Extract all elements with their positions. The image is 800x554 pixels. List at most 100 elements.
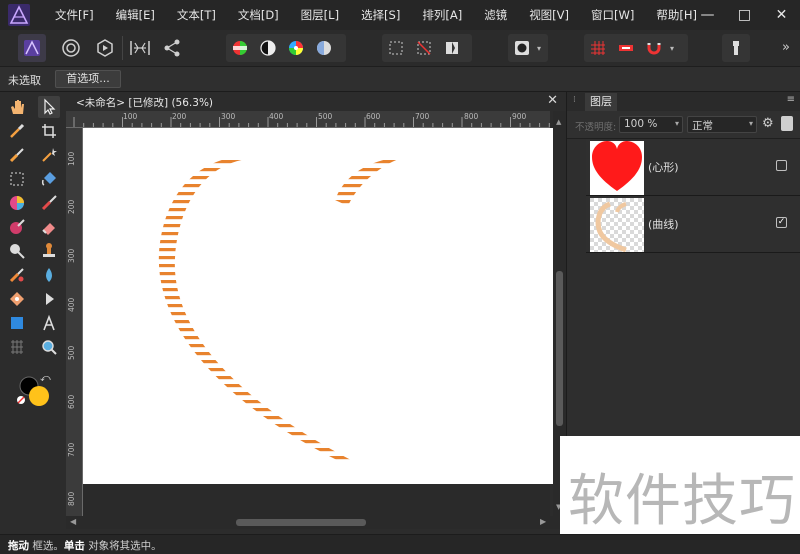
clone-stamp-tool-icon[interactable] [38, 240, 60, 262]
export-persona-icon[interactable] [91, 34, 119, 62]
move-tool-icon[interactable] [38, 96, 60, 118]
guides-icon[interactable] [612, 34, 640, 62]
blend-mode-value: 正常 [692, 120, 713, 132]
paint-brush-tool-icon[interactable] [38, 192, 60, 214]
blur-tool-icon[interactable] [38, 264, 60, 286]
color-balance-icon[interactable] [226, 34, 254, 62]
healing-brush-tool-icon[interactable] [6, 264, 28, 286]
invert-selection-icon[interactable] [438, 34, 466, 62]
hue-saturation-icon[interactable] [282, 34, 310, 62]
menu-window[interactable]: 窗口[W] [580, 0, 645, 30]
scroll-right-icon[interactable]: ▶ [540, 517, 546, 526]
blend-mode-select[interactable]: 正常 ▾ [687, 116, 757, 133]
selection-brush-tool-icon[interactable] [6, 144, 28, 166]
tab-layers[interactable]: 图层 [585, 93, 617, 111]
status-drag-label: 拖动 [8, 540, 29, 552]
menu-arrange[interactable]: 排列[A] [411, 0, 473, 30]
select-marquee-icon[interactable] [382, 34, 410, 62]
close-window-button[interactable]: ✕ [763, 0, 800, 30]
h-ruler-label: 700 [415, 112, 430, 121]
marquee-tool-icon[interactable] [6, 168, 28, 190]
vector-crop-tool-icon[interactable] [6, 288, 28, 310]
minimize-button[interactable]: — [689, 0, 726, 30]
brightness-contrast-icon[interactable] [254, 34, 282, 62]
v-ruler-label: 700 [67, 442, 76, 457]
snapping-magnet-icon[interactable] [640, 34, 668, 62]
torch-icon [722, 34, 750, 62]
chevron-down-icon[interactable]: ▾ [537, 44, 541, 53]
horizontal-scrollbar[interactable]: ◀ ▶ [66, 516, 566, 529]
layer-thumbnail [590, 198, 644, 253]
horizontal-scroll-thumb[interactable] [236, 519, 366, 526]
share-icon[interactable] [158, 34, 186, 62]
curve-left-stroke[interactable] [153, 154, 363, 464]
chevron-down-icon: ▾ [674, 119, 679, 128]
menu-text[interactable]: 文本[T] [166, 0, 227, 30]
v-ruler-label: 600 [67, 394, 76, 409]
selection-status-label: 未选取 [8, 74, 41, 87]
scroll-up-icon[interactable]: ▲ [556, 118, 561, 126]
swap-colors-icon[interactable]: ⤺ [40, 373, 51, 384]
pixel-persona-icon[interactable] [57, 34, 85, 62]
document-tab[interactable]: <未命名> [已修改] (56.3%) ✕ [66, 92, 566, 111]
close-document-icon[interactable]: ✕ [547, 93, 558, 108]
zoom-tool-icon[interactable] [38, 336, 60, 358]
menu-view[interactable]: 视图[V] [518, 0, 580, 30]
app-logo-icon[interactable] [8, 4, 30, 26]
secondary-color-swatch[interactable] [28, 385, 50, 407]
crop-tool-icon[interactable] [38, 120, 60, 142]
chevron-down-icon[interactable]: ▾ [670, 44, 674, 53]
toolbar-overflow-icon[interactable]: » [782, 40, 790, 55]
node-tool-icon[interactable] [38, 288, 60, 310]
menu-document[interactable]: 文档[D] [227, 0, 290, 30]
magic-wand-tool-icon[interactable] [38, 144, 60, 166]
menu-file[interactable]: 文件[F] [44, 0, 105, 30]
layer-visibility-checkbox[interactable] [776, 160, 787, 171]
rectangle-tool-icon[interactable] [6, 312, 28, 334]
eraser-tool-icon[interactable] [38, 216, 60, 238]
menu-layer[interactable]: 图层[L] [290, 0, 350, 30]
no-color-icon[interactable] [16, 395, 26, 405]
grid-icon[interactable] [584, 34, 612, 62]
text-tool-icon[interactable] [38, 312, 60, 334]
layer-name[interactable]: (曲线) [648, 216, 679, 232]
layer-row-heart[interactable]: (心形) [586, 139, 800, 196]
layer-name[interactable]: (心形) [648, 159, 679, 175]
opacity-field[interactable]: 100 % ▾ [619, 116, 683, 133]
persona-designer-button[interactable] [18, 34, 46, 62]
curve-right-stroke[interactable] [331, 154, 411, 210]
maximize-button[interactable]: □ [726, 0, 763, 30]
gear-icon[interactable]: ⚙ [762, 116, 774, 131]
vertical-scroll-thumb[interactable] [556, 271, 563, 426]
mesh-warp-tool-icon[interactable] [6, 336, 28, 358]
quick-mask-icon[interactable] [508, 34, 536, 62]
flood-fill-tool-icon[interactable] [38, 168, 60, 190]
v-ruler-label: 300 [67, 248, 76, 263]
layer-visibility-checkbox[interactable]: ✓ [776, 217, 787, 228]
dodge-tool-icon[interactable] [6, 240, 28, 262]
document-canvas[interactable] [83, 128, 553, 484]
panel-menu-icon[interactable]: ≡ [787, 94, 795, 105]
flashlight-button[interactable] [722, 34, 750, 62]
menu-filters[interactable]: 滤镜 [473, 0, 518, 30]
stroke-width-icon[interactable] [126, 34, 154, 62]
menu-select[interactable]: 选择[S] [350, 0, 411, 30]
color-picker-tool-icon[interactable] [6, 120, 28, 142]
deselect-icon[interactable] [410, 34, 438, 62]
vertical-ruler: 100 200 300 400 500 600 700 800 [66, 128, 83, 516]
hand-tool-icon[interactable] [6, 96, 28, 118]
white-balance-icon[interactable] [310, 34, 338, 62]
canvas-artwork [153, 154, 411, 464]
scroll-left-icon[interactable]: ◀ [70, 517, 76, 526]
h-ruler-label: 400 [269, 112, 284, 121]
menu-edit[interactable]: 编辑[E] [105, 0, 166, 30]
v-ruler-label: 400 [67, 297, 76, 312]
layers-tab-bar: ⁞ 图层 ≡ [567, 92, 800, 111]
panel-grip-icon[interactable]: ⁞ [573, 95, 576, 105]
lock-icon[interactable] [781, 116, 793, 131]
color-replace-tool-icon[interactable] [6, 216, 28, 238]
status-click-desc: 对象将其选中。 [88, 540, 162, 552]
gradient-tool-icon[interactable] [6, 192, 28, 214]
preferences-button[interactable]: 首选项... [55, 70, 121, 88]
layer-row-curve[interactable]: (曲线) ✓ [586, 196, 800, 253]
